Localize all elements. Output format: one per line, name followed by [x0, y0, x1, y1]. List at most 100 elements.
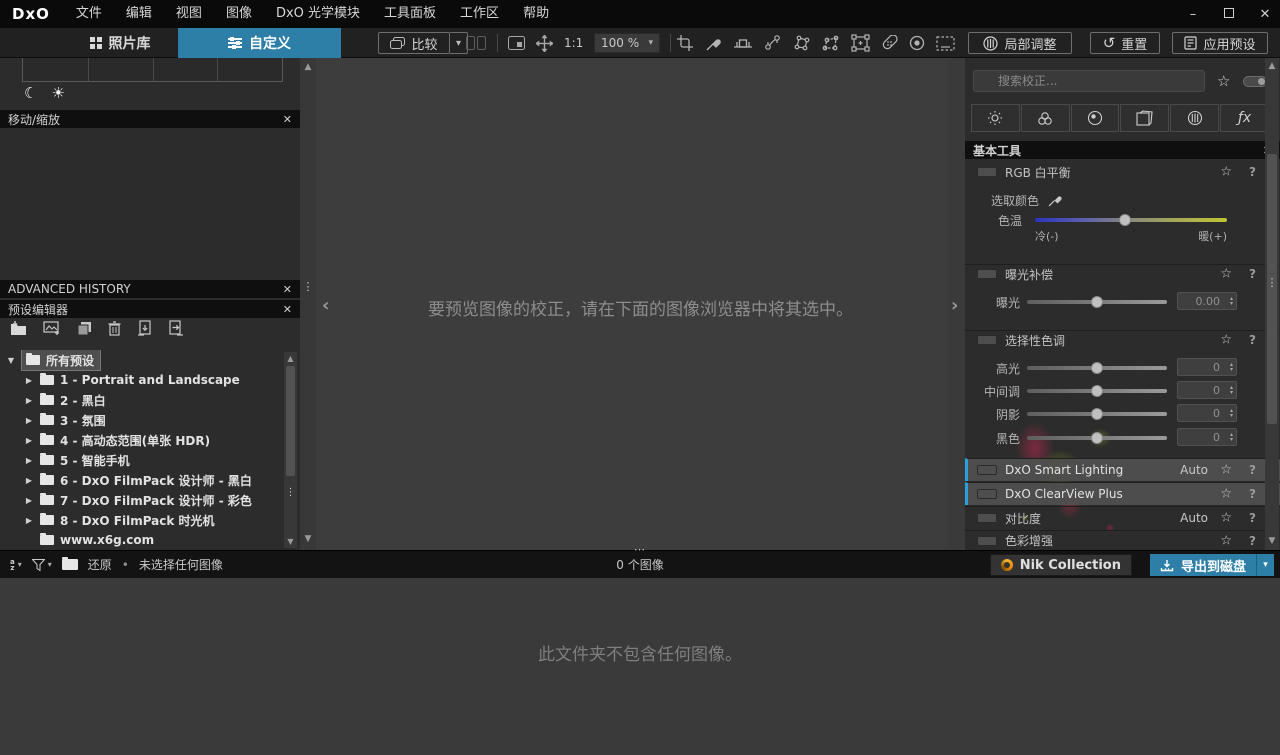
tab-color[interactable] — [1020, 104, 1070, 132]
active-corrections-toggle[interactable] — [1243, 76, 1267, 87]
exposure-slider[interactable] — [1027, 296, 1167, 308]
duplicate-preset-icon[interactable] — [77, 321, 92, 336]
tree-collapsed-icon[interactable]: ▶ — [24, 396, 34, 405]
slider-thumb[interactable] — [1091, 408, 1104, 420]
perspective-tool[interactable] — [822, 34, 840, 52]
move-zoom-panel-header[interactable]: 移动/缩放 ✕ — [0, 110, 300, 128]
menu-edit[interactable]: 编辑 — [114, 0, 164, 28]
close-icon[interactable]: ✕ — [283, 283, 292, 296]
tree-collapsed-icon[interactable]: ▶ — [24, 476, 34, 485]
right-panel-scrollbar[interactable]: ▲ ⋮ ▼ — [1265, 58, 1279, 550]
smart-lighting-checkbox[interactable] — [977, 465, 997, 475]
highlights-slider[interactable] — [1027, 362, 1167, 374]
pick-color-eyedropper-icon[interactable] — [1047, 192, 1063, 208]
tab-photo-library[interactable]: 照片库 — [64, 28, 176, 58]
clearview-plus-checkbox[interactable] — [977, 489, 997, 499]
star-icon[interactable]: ☆ — [1220, 463, 1232, 478]
zoom-level-dropdown[interactable]: 100 % ▾ — [594, 33, 660, 53]
exposure-section[interactable]: 曝光补偿 ☆ ? — [965, 264, 1280, 283]
stepper-icons[interactable]: ▴ ▾ — [1230, 382, 1233, 398]
exposure-slider-thumb[interactable] — [1091, 296, 1104, 308]
control-points-tool[interactable] — [764, 34, 782, 52]
menu-help[interactable]: 帮助 — [511, 0, 561, 28]
shadows-slider[interactable] — [1027, 408, 1167, 420]
menu-image[interactable]: 图像 — [214, 0, 264, 28]
selective-tone-checkbox[interactable] — [977, 335, 997, 345]
preset-folder-3[interactable]: ▶ 3 - 氛围 — [24, 410, 106, 430]
temperature-slider[interactable] — [1035, 214, 1227, 226]
highlight-clipping-icon[interactable]: ☀ — [51, 84, 64, 102]
basic-tools-header[interactable]: 基本工具 ✕ — [965, 141, 1280, 159]
tree-collapsed-icon[interactable]: ▶ — [24, 496, 34, 505]
favorites-filter-icon[interactable]: ☆ — [1217, 72, 1230, 90]
tree-collapsed-icon[interactable]: ▶ — [24, 416, 34, 425]
stepper-icons[interactable]: ▴ ▾ — [1230, 293, 1233, 309]
midtones-value-box[interactable]: 0 ▴ ▾ — [1177, 381, 1237, 399]
right-panel-splitter[interactable]: › — [948, 58, 965, 550]
star-icon[interactable]: ☆ — [1220, 511, 1232, 526]
star-icon[interactable]: ☆ — [1220, 487, 1232, 502]
preset-tree-scrollbar[interactable]: ▲ ⋮ ▼ — [284, 352, 297, 548]
tab-detail[interactable] — [1070, 104, 1120, 132]
star-icon[interactable]: ☆ — [1220, 165, 1232, 180]
menu-workspace[interactable]: 工作区 — [448, 0, 511, 28]
advanced-history-panel-header[interactable]: ADVANCED HISTORY ✕ — [0, 280, 300, 298]
temperature-slider-thumb[interactable] — [1119, 214, 1132, 226]
preset-folder-5[interactable]: ▶ 5 - 智能手机 — [24, 450, 130, 470]
slider-thumb[interactable] — [1091, 432, 1104, 444]
export-to-disk-button[interactable]: 导出到磁盘 — [1149, 554, 1256, 576]
eight-point-tool[interactable] — [851, 34, 870, 52]
polygon-tool[interactable] — [793, 34, 811, 52]
help-icon[interactable]: ? — [1249, 463, 1256, 477]
preset-editor-panel-header[interactable]: 预设编辑器 ✕ — [0, 300, 300, 318]
nik-collection-button[interactable]: Nik Collection — [989, 554, 1132, 576]
help-icon[interactable]: ? — [1249, 333, 1256, 347]
collapse-right-panel-icon[interactable]: › — [951, 295, 958, 316]
highlights-value-box[interactable]: 0 ▴ ▾ — [1177, 358, 1237, 376]
scrollbar-thumb[interactable] — [1267, 154, 1277, 424]
save-preset-icon[interactable] — [10, 320, 27, 336]
preset-folder-all[interactable]: ▼ 所有预设 — [6, 350, 102, 371]
export-preset-icon[interactable] — [168, 320, 183, 336]
selective-tone-section[interactable]: 选择性色调 ☆ ? — [965, 330, 1280, 349]
menu-optics-modules[interactable]: DxO 光学模块 — [264, 0, 372, 28]
help-icon[interactable]: ? — [1249, 267, 1256, 281]
clearview-plus-row[interactable]: DxO ClearView Plus ☆ ? — [965, 482, 1280, 505]
maximize-button[interactable] — [1222, 7, 1236, 22]
preset-folder-1[interactable]: ▶ 1 - Portrait and Landscape — [24, 370, 240, 390]
tab-local-adjustments[interactable] — [1170, 104, 1220, 132]
red-eye-tool[interactable] — [909, 35, 925, 51]
menu-file[interactable]: 文件 — [64, 0, 114, 28]
left-panel-splitter[interactable]: ▲ ⋮ ▼ — [300, 58, 316, 550]
tab-geometry[interactable] — [1120, 104, 1170, 132]
tree-collapsed-icon[interactable]: ▶ — [24, 436, 34, 445]
selection-tool[interactable] — [936, 35, 955, 51]
repair-tool[interactable] — [881, 34, 898, 52]
contrast-checkbox[interactable] — [977, 513, 997, 523]
menu-tool-panels[interactable]: 工具面板 — [372, 0, 448, 28]
menu-view[interactable]: 视图 — [164, 0, 214, 28]
pan-button[interactable] — [536, 28, 553, 58]
drag-handle-dots[interactable]: ⋮ — [300, 281, 316, 292]
scroll-up-icon[interactable]: ▲ — [284, 354, 297, 363]
drag-handle-dots[interactable]: ⋮ — [1265, 277, 1279, 288]
minimize-button[interactable]: – — [1186, 7, 1200, 22]
scrollbar-thumb[interactable] — [286, 366, 295, 476]
preset-folder-2[interactable]: ▶ 2 - 黑白 — [24, 390, 106, 410]
compare-button[interactable]: 比较 — [378, 32, 450, 54]
shadows-value-box[interactable]: 0 ▴ ▾ — [1177, 404, 1237, 422]
create-preset-from-image-icon[interactable] — [43, 321, 61, 335]
preset-folder-6[interactable]: ▶ 6 - DxO FilmPack 设计师 - 黑白 — [24, 470, 252, 490]
apply-preset-button[interactable]: 应用预设 — [1172, 32, 1268, 54]
drag-handle-dots[interactable]: ⋮ — [284, 488, 297, 498]
exposure-value-box[interactable]: 0.00 ▴ ▾ — [1177, 292, 1237, 310]
shadow-clipping-icon[interactable]: ☾ — [24, 84, 37, 102]
tree-collapsed-icon[interactable]: ▶ — [24, 456, 34, 465]
stepper-icons[interactable]: ▴ ▾ — [1230, 429, 1233, 445]
preset-folder-8[interactable]: ▶ 8 - DxO FilmPack 时光机 — [24, 510, 215, 530]
close-icon[interactable]: ✕ — [283, 303, 292, 316]
tab-effects[interactable]: ƒx — [1220, 104, 1269, 132]
white-balance-checkbox[interactable] — [977, 167, 997, 177]
help-icon[interactable]: ? — [1249, 487, 1256, 501]
white-balance-section[interactable]: RGB 白平衡 ☆ ? — [965, 163, 1280, 181]
